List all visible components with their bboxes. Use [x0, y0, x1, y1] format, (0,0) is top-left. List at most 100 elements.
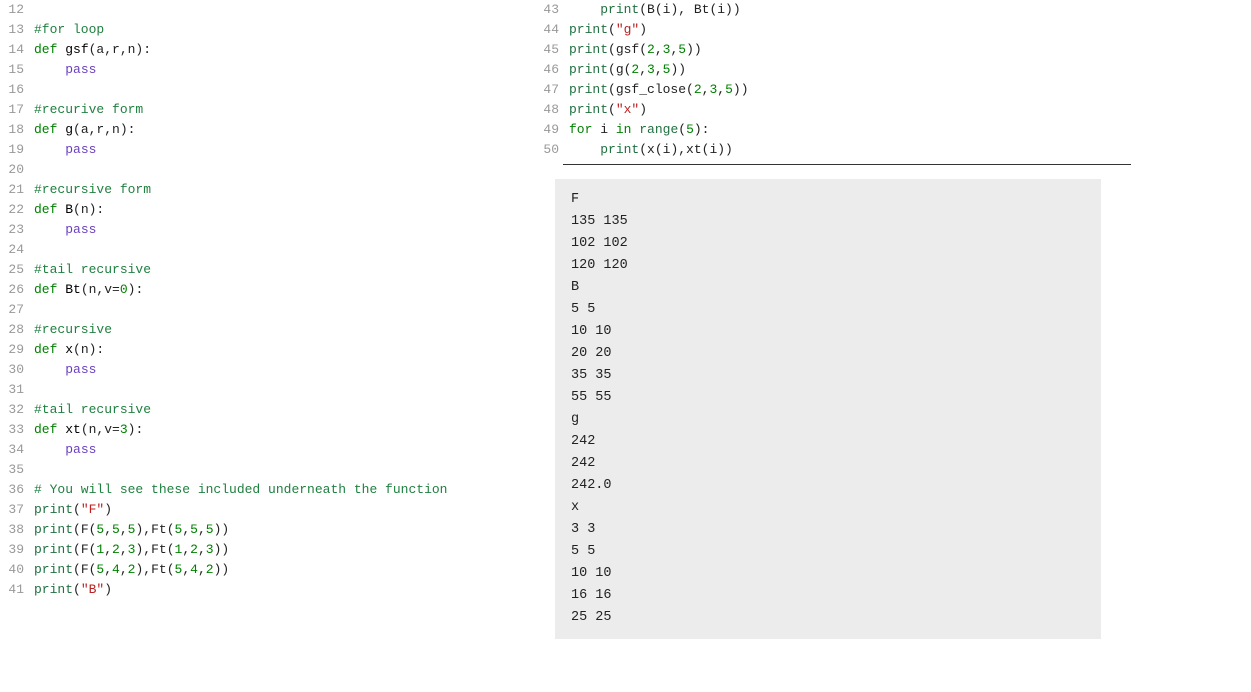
- line-number: 23: [0, 220, 34, 240]
- code-line: 30 pass: [0, 360, 535, 380]
- line-number: 34: [0, 440, 34, 460]
- line-number: 13: [0, 20, 34, 40]
- line-number: 36: [0, 480, 34, 500]
- line-number: 45: [535, 40, 569, 60]
- line-number: 27: [0, 300, 34, 320]
- line-number: 20: [0, 160, 34, 180]
- code-content: def Bt(n,v=0):: [34, 280, 535, 300]
- line-number: 41: [0, 580, 34, 600]
- code-content: print(gsf(2,3,5)): [569, 40, 1171, 60]
- code-content: print(gsf_close(2,3,5)): [569, 80, 1171, 100]
- code-line: 18def g(a,r,n):: [0, 120, 535, 140]
- code-line: 40print(F(5,4,2),Ft(5,4,2)): [0, 560, 535, 580]
- line-number: 30: [0, 360, 34, 380]
- code-content: [34, 0, 535, 20]
- code-line: 20: [0, 160, 535, 180]
- line-number: 37: [0, 500, 34, 520]
- code-line: 39print(F(1,2,3),Ft(1,2,3)): [0, 540, 535, 560]
- code-line: 37print("F"): [0, 500, 535, 520]
- code-content: #for loop: [34, 20, 535, 40]
- code-line: 24: [0, 240, 535, 260]
- code-line: 35: [0, 460, 535, 480]
- line-number: 16: [0, 80, 34, 100]
- code-line: 44print("g"): [535, 20, 1171, 40]
- code-line: 12: [0, 0, 535, 20]
- line-number: 32: [0, 400, 34, 420]
- code-line: 36# You will see these included undernea…: [0, 480, 535, 500]
- line-number: 12: [0, 0, 34, 20]
- code-line: 48print("x"): [535, 100, 1171, 120]
- code-content: #recurive form: [34, 100, 535, 120]
- code-content: def g(a,r,n):: [34, 120, 535, 140]
- code-content: print(F(5,4,2),Ft(5,4,2)): [34, 560, 535, 580]
- code-content: # You will see these included underneath…: [34, 480, 535, 500]
- code-line: 25#tail recursive: [0, 260, 535, 280]
- line-number: 35: [0, 460, 34, 480]
- code-content: pass: [34, 360, 535, 380]
- code-content: print(x(i),xt(i)): [569, 140, 1171, 160]
- code-content: pass: [34, 220, 535, 240]
- code-content: print(g(2,3,5)): [569, 60, 1171, 80]
- code-line: 15 pass: [0, 60, 535, 80]
- right-code-block: 43 print(B(i), Bt(i))44print("g")45print…: [535, 0, 1171, 160]
- code-content: #tail recursive: [34, 260, 535, 280]
- code-content: [34, 460, 535, 480]
- code-line: 16: [0, 80, 535, 100]
- code-line: 50 print(x(i),xt(i)): [535, 140, 1171, 160]
- line-number: 15: [0, 60, 34, 80]
- code-line: 38print(F(5,5,5),Ft(5,5,5)): [0, 520, 535, 540]
- line-number: 38: [0, 520, 34, 540]
- line-number: 47: [535, 80, 569, 100]
- code-line: 13#for loop: [0, 20, 535, 40]
- line-number: 29: [0, 340, 34, 360]
- code-content: #recursive form: [34, 180, 535, 200]
- left-code-column: 12 13#for loop14def gsf(a,r,n):15 pass16…: [0, 0, 535, 639]
- line-number: 43: [535, 0, 569, 20]
- code-content: def gsf(a,r,n):: [34, 40, 535, 60]
- line-number: 26: [0, 280, 34, 300]
- code-content: #tail recursive: [34, 400, 535, 420]
- line-number: 24: [0, 240, 34, 260]
- line-number: 18: [0, 120, 34, 140]
- line-number: 49: [535, 120, 569, 140]
- right-column: 43 print(B(i), Bt(i))44print("g")45print…: [535, 0, 1251, 639]
- line-number: 14: [0, 40, 34, 60]
- code-content: def B(n):: [34, 200, 535, 220]
- code-line: 31: [0, 380, 535, 400]
- divider: [563, 164, 1131, 165]
- code-content: print(F(1,2,3),Ft(1,2,3)): [34, 540, 535, 560]
- line-number: 17: [0, 100, 34, 120]
- code-content: [34, 300, 535, 320]
- code-line: 49for i in range(5):: [535, 120, 1171, 140]
- line-number: 22: [0, 200, 34, 220]
- line-number: 25: [0, 260, 34, 280]
- code-content: print("g"): [569, 20, 1171, 40]
- line-number: 21: [0, 180, 34, 200]
- code-content: print("F"): [34, 500, 535, 520]
- code-content: print(F(5,5,5),Ft(5,5,5)): [34, 520, 535, 540]
- code-line: 47print(gsf_close(2,3,5)): [535, 80, 1171, 100]
- code-content: print("x"): [569, 100, 1171, 120]
- code-line: 14def gsf(a,r,n):: [0, 40, 535, 60]
- line-number: 28: [0, 320, 34, 340]
- code-line: 19 pass: [0, 140, 535, 160]
- line-number: 33: [0, 420, 34, 440]
- line-number: 48: [535, 100, 569, 120]
- code-line: 28#recursive: [0, 320, 535, 340]
- line-number: 39: [0, 540, 34, 560]
- program-output: F 135 135 102 102 120 120 B 5 5 10 10 20…: [555, 179, 1101, 639]
- code-line: 22def B(n):: [0, 200, 535, 220]
- code-content: #recursive: [34, 320, 535, 340]
- code-content: def xt(n,v=3):: [34, 420, 535, 440]
- code-line: 34 pass: [0, 440, 535, 460]
- line-number: 40: [0, 560, 34, 580]
- code-line: 41print("B"): [0, 580, 535, 600]
- code-line: 27: [0, 300, 535, 320]
- code-line: 17#recurive form: [0, 100, 535, 120]
- code-line: 32#tail recursive: [0, 400, 535, 420]
- line-number: 46: [535, 60, 569, 80]
- code-content: for i in range(5):: [569, 120, 1171, 140]
- code-line: 21#recursive form: [0, 180, 535, 200]
- line-number: 44: [535, 20, 569, 40]
- code-line: 23 pass: [0, 220, 535, 240]
